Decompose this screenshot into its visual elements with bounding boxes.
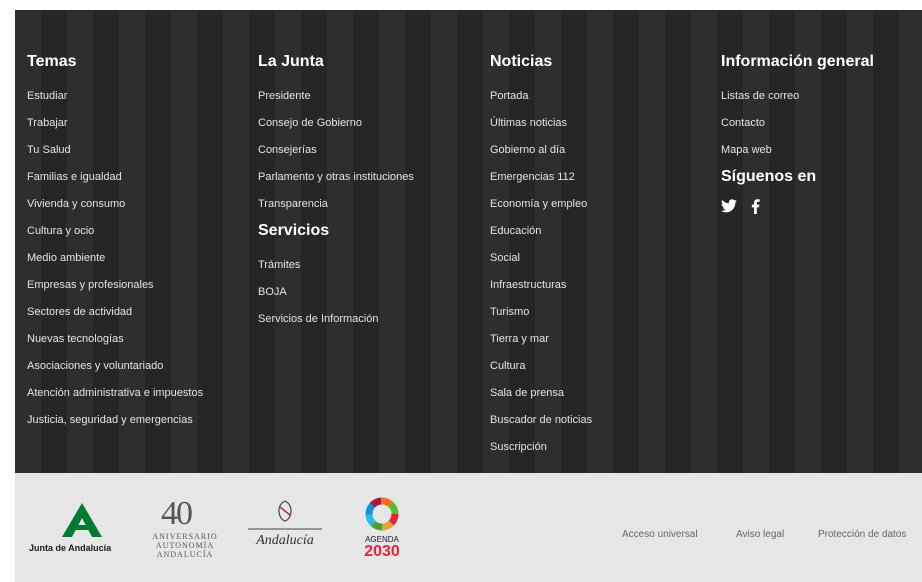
junta-list: Presidente Consejo de Gobierno Consejerí…	[258, 86, 414, 221]
temas-link-asociaciones[interactable]: Asociaciones y voluntariado	[27, 359, 163, 373]
servicios-list: Trámites BOJA Servicios de Información	[258, 255, 414, 336]
aniversario-line2: AUTONOMÍA	[155, 541, 215, 550]
servicios-heading: Servicios	[258, 222, 330, 239]
noticias-link-tierra-mar[interactable]: Tierra y mar	[490, 332, 549, 346]
servicios-link-tramites[interactable]: Trámites	[258, 258, 300, 272]
noticias-link-suscripcion[interactable]: Suscripción	[490, 440, 547, 454]
junta-emblem-icon	[62, 503, 102, 537]
noticias-column: Noticias Portada Últimas noticias Gobier…	[490, 52, 592, 464]
noticias-link-gobierno-al-dia[interactable]: Gobierno al día	[490, 143, 565, 157]
aniversario-logo: 40 ANIVERSARIO AUTONOMÍA ANDALUCÍA	[145, 497, 225, 563]
noticias-link-portada[interactable]: Portada	[490, 89, 529, 103]
temas-column: Temas Estudiar Trabajar Tu Salud Familia…	[27, 52, 203, 437]
info-list: Listas de correo Contacto Mapa web	[721, 86, 874, 167]
aniversario-number: 40	[161, 495, 193, 532]
junta-link-presidente[interactable]: Presidente	[258, 89, 311, 103]
noticias-link-educacion[interactable]: Educación	[490, 224, 541, 238]
aniversario-line3: ANDALUCÍA	[156, 550, 214, 559]
twitter-icon[interactable]	[721, 199, 737, 218]
top-strip	[0, 0, 922, 10]
junta-link-consejerias[interactable]: Consejerías	[258, 143, 317, 157]
servicios-link-boja[interactable]: BOJA	[258, 285, 287, 299]
info-link-contacto[interactable]: Contacto	[721, 116, 765, 130]
temas-link-nuevas-tecnologias[interactable]: Nuevas tecnologías	[27, 332, 124, 346]
temas-link-familias[interactable]: Familias e igualdad	[27, 170, 122, 184]
noticias-link-buscador[interactable]: Buscador de noticias	[490, 413, 592, 427]
andalucia-brand-logo: Andalucía	[242, 497, 328, 563]
noticias-link-infraestructuras[interactable]: Infraestructuras	[490, 278, 566, 292]
junta-logo[interactable]: Junta de Andalucía	[29, 503, 129, 559]
noticias-link-social[interactable]: Social	[490, 251, 520, 265]
temas-link-justicia[interactable]: Justicia, seguridad y emergencias	[27, 413, 193, 427]
site-footer: Temas Estudiar Trabajar Tu Salud Familia…	[15, 10, 922, 473]
proteccion-datos-link[interactable]: Protección de datos	[818, 529, 906, 540]
junta-link-parlamento[interactable]: Parlamento y otras instituciones	[258, 170, 414, 184]
temas-link-trabajar[interactable]: Trabajar	[27, 116, 68, 130]
info-heading: Información general	[721, 53, 874, 70]
andalucia-emblem-icon	[248, 500, 322, 530]
noticias-link-cultura[interactable]: Cultura	[490, 359, 525, 373]
temas-link-sectores[interactable]: Sectores de actividad	[27, 305, 132, 319]
temas-link-estudiar[interactable]: Estudiar	[27, 89, 67, 103]
junta-link-consejo[interactable]: Consejo de Gobierno	[258, 116, 362, 130]
junta-logo-text: Junta de Andalucía	[29, 543, 112, 553]
noticias-link-turismo[interactable]: Turismo	[490, 305, 529, 319]
noticias-link-emergencias[interactable]: Emergencias 112	[490, 170, 575, 184]
footer-bottom-bar: Junta de Andalucía 40 ANIVERSARIO AUTONO…	[15, 473, 922, 582]
info-column: Información general Listas de correo Con…	[721, 52, 874, 218]
temas-link-empresas[interactable]: Empresas y profesionales	[27, 278, 154, 292]
siguenos-heading: Síguenos en	[721, 168, 817, 185]
agenda-2030-logo: AGENDA 2030	[357, 497, 407, 563]
temas-list: Estudiar Trabajar Tu Salud Familias e ig…	[27, 86, 203, 437]
noticias-link-ultimas[interactable]: Últimas noticias	[490, 116, 567, 130]
servicios-link-informacion[interactable]: Servicios de Información	[258, 312, 378, 326]
noticias-link-sala-prensa[interactable]: Sala de prensa	[490, 386, 564, 400]
noticias-heading: Noticias	[490, 53, 553, 70]
social-links	[721, 199, 874, 218]
info-link-listas-correo[interactable]: Listas de correo	[721, 89, 799, 103]
agenda-year: 2030	[364, 543, 400, 560]
aniversario-line1: ANIVERSARIO	[152, 532, 218, 541]
andalucia-brand-text: Andalucía	[256, 533, 314, 548]
temas-link-tu-salud[interactable]: Tu Salud	[27, 143, 71, 157]
acceso-universal-link[interactable]: Acceso universal	[622, 529, 698, 540]
noticias-list: Portada Últimas noticias Gobierno al día…	[490, 86, 592, 464]
junta-column: La Junta Presidente Consejo de Gobierno …	[258, 52, 414, 336]
sdg-wheel-icon	[365, 497, 399, 531]
noticias-link-economia[interactable]: Economía y empleo	[490, 197, 587, 211]
temas-link-medio-ambiente[interactable]: Medio ambiente	[27, 251, 105, 265]
temas-link-vivienda[interactable]: Vivienda y consumo	[27, 197, 125, 211]
junta-heading: La Junta	[258, 53, 324, 70]
facebook-icon[interactable]	[751, 199, 760, 218]
temas-link-atencion-administrativa[interactable]: Atención administrativa e impuestos	[27, 386, 203, 400]
temas-link-cultura-ocio[interactable]: Cultura y ocio	[27, 224, 94, 238]
temas-heading: Temas	[27, 53, 77, 70]
info-link-mapa-web[interactable]: Mapa web	[721, 143, 772, 157]
aviso-legal-link[interactable]: Aviso legal	[736, 529, 784, 540]
junta-link-transparencia[interactable]: Transparencia	[258, 197, 328, 211]
